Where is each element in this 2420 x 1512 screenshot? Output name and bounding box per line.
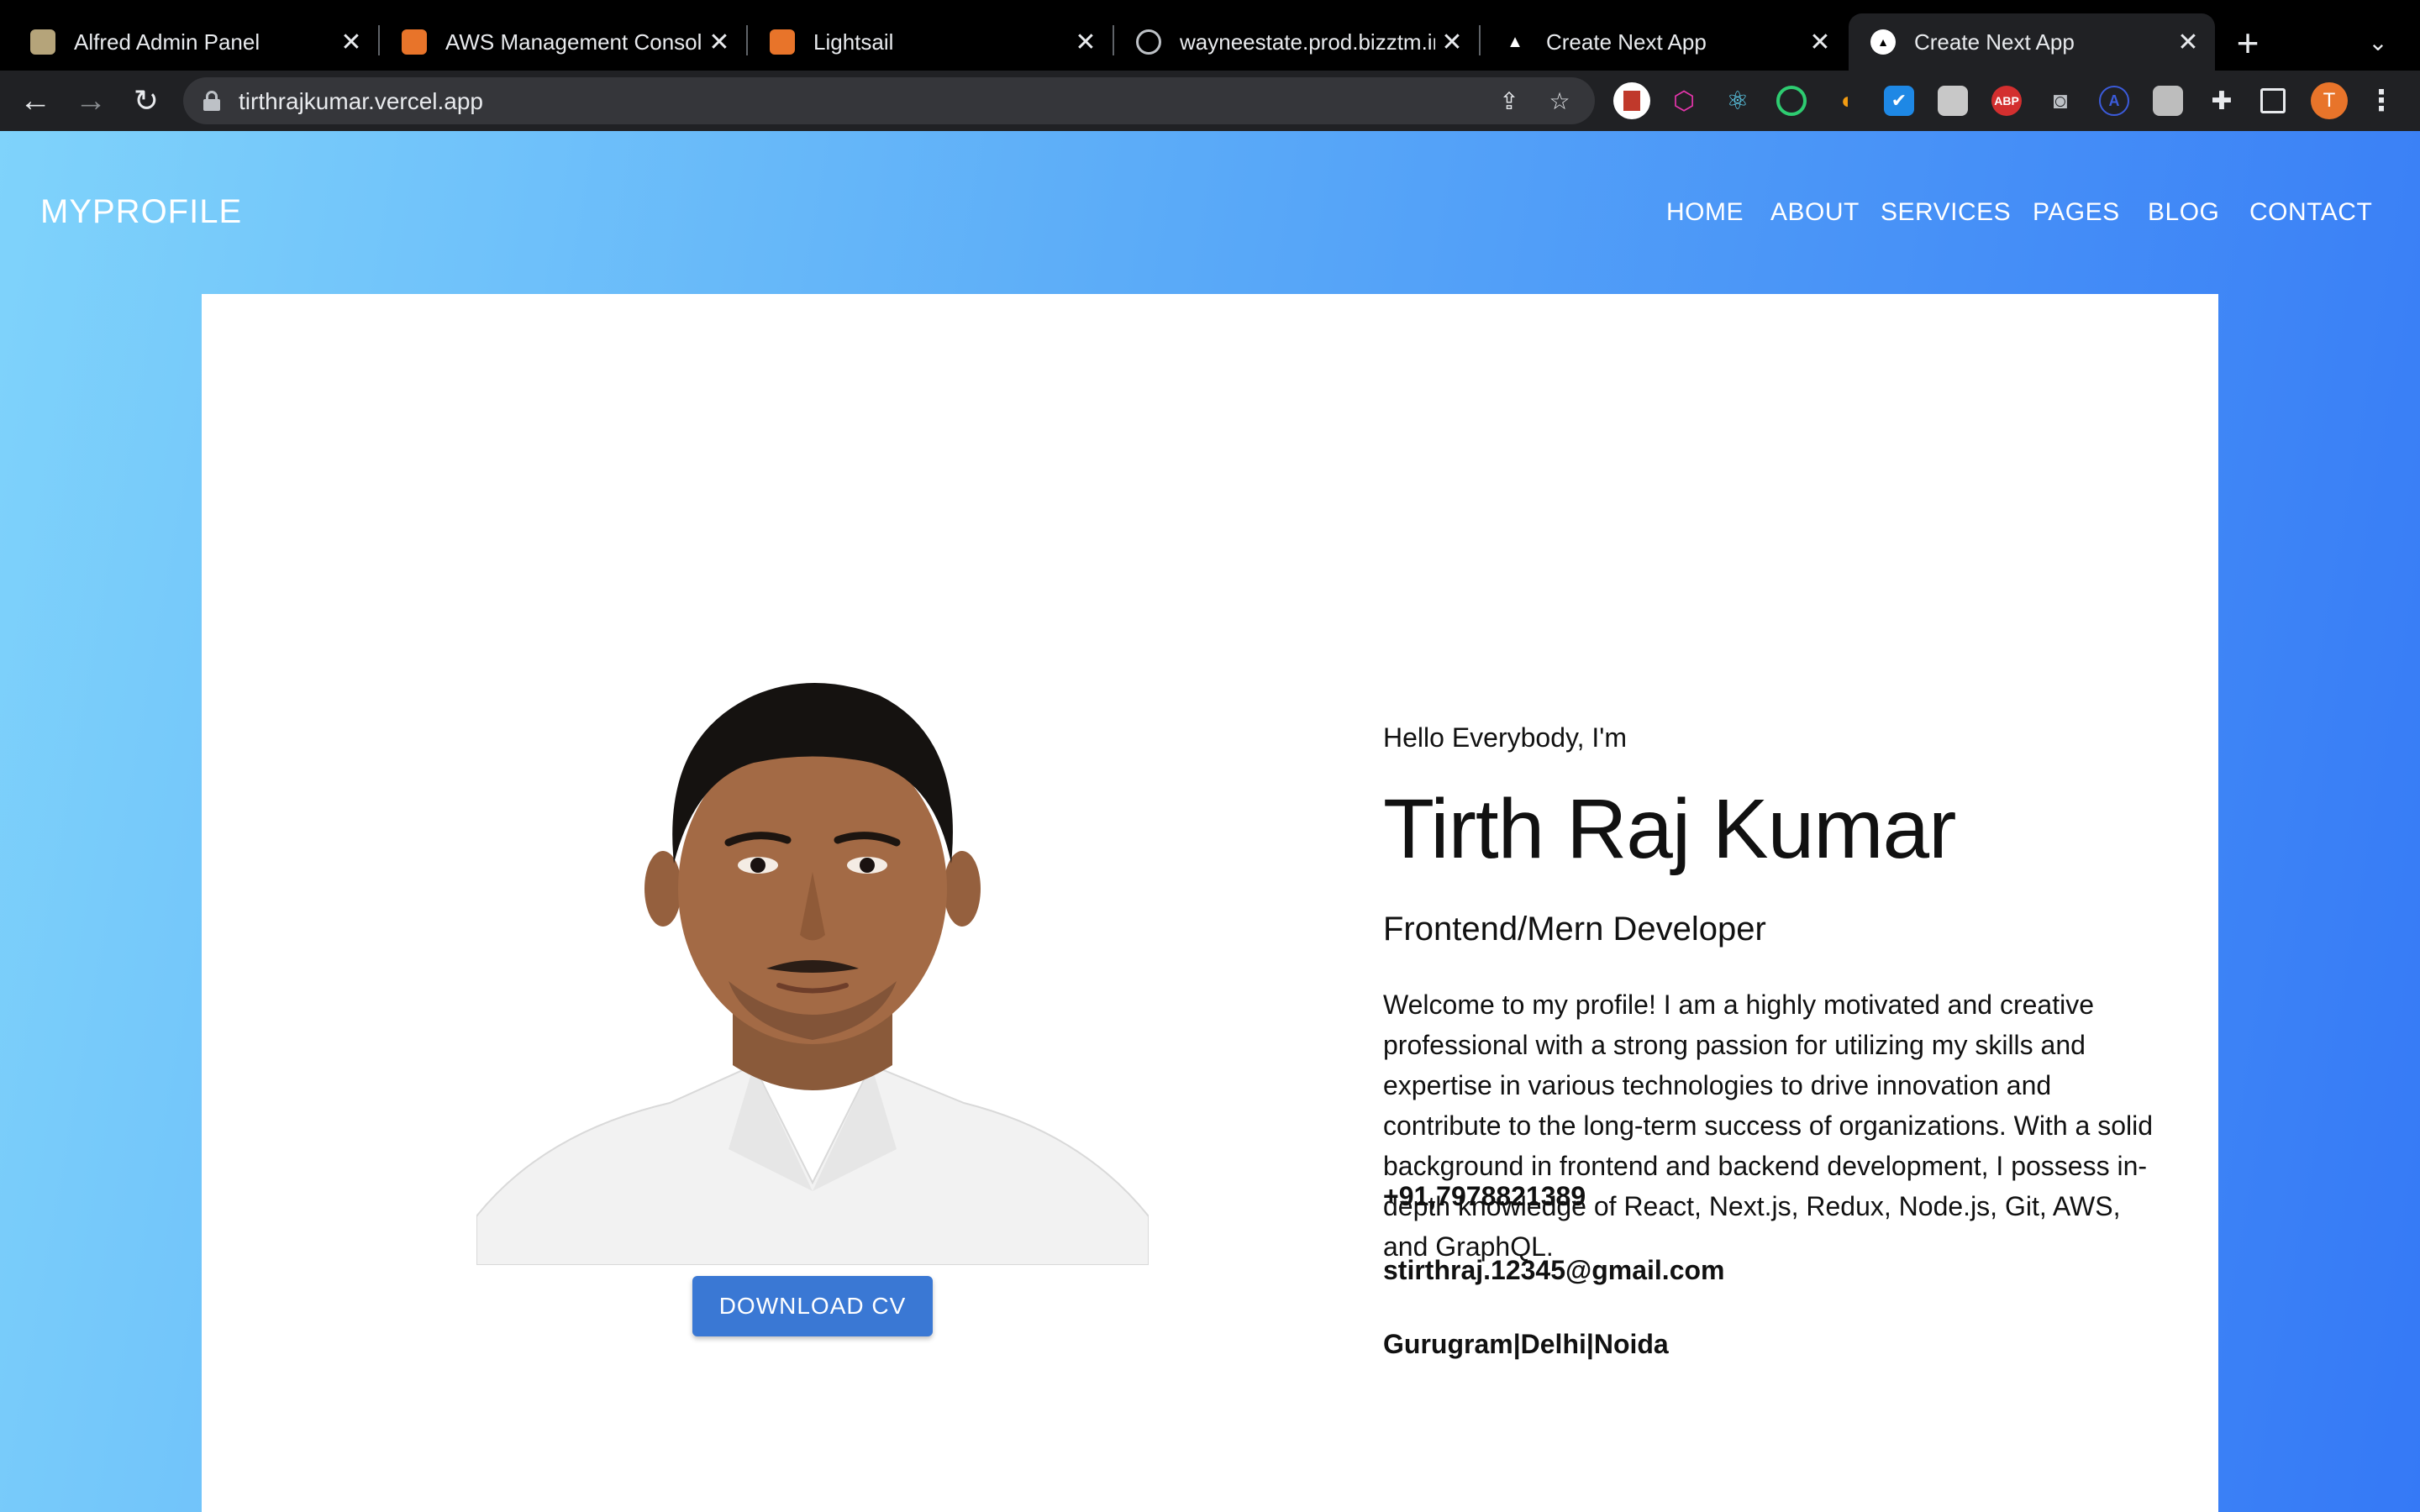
tab-title: Alfred Admin Panel xyxy=(74,29,260,55)
gray-extension-icon[interactable] xyxy=(1938,86,1968,116)
profile-name: Tirth Raj Kumar xyxy=(1383,782,1956,876)
bookmark-star-icon[interactable]: ☆ xyxy=(1544,86,1575,116)
back-button[interactable]: ← xyxy=(13,79,57,123)
moon-extension-icon[interactable]: ◖ xyxy=(1830,86,1860,116)
lock-icon xyxy=(203,91,220,111)
adblock-plus-icon[interactable]: ABP xyxy=(1991,86,2022,116)
touch-extension-icon[interactable] xyxy=(2153,86,2183,116)
tab-search-chevron-icon[interactable]: ⌄ xyxy=(2361,24,2395,60)
globe-icon xyxy=(1136,29,1161,55)
tab-title: Lightsail xyxy=(813,29,894,55)
profile-card: DOWNLOAD CV Hello Everybody, I'm Tirth R… xyxy=(202,294,2218,1512)
record-extension-icon[interactable] xyxy=(1776,86,1807,116)
a-extension-icon[interactable]: A xyxy=(2099,86,2129,116)
tab-create-next-app[interactable]: ▲ Create Next App ✕ xyxy=(1481,13,1847,71)
tab-lightsail[interactable]: Lightsail ✕ xyxy=(748,13,1114,71)
share-icon[interactable]: ⇪ xyxy=(1494,86,1524,116)
reload-button[interactable]: ↻ xyxy=(124,79,168,123)
close-icon[interactable]: ✕ xyxy=(334,25,368,59)
close-icon[interactable]: ✕ xyxy=(1435,25,1469,59)
bookmark-extension-icon[interactable] xyxy=(1613,82,1650,119)
url-text[interactable]: tirthrajkumar.vercel.app xyxy=(239,88,483,115)
close-icon[interactable]: ✕ xyxy=(1069,25,1102,59)
lightsail-favicon xyxy=(770,29,795,55)
contact-email: stirthraj.12345@gmail.com xyxy=(1383,1255,1725,1285)
kebab-menu-icon[interactable]: ⋮ xyxy=(2367,82,2396,119)
portfolio-page: MYPROFILE HOME ABOUT SERVICES PAGES BLOG… xyxy=(0,131,2420,1512)
tab-title: wayneestate.prod.bizztm.in xyxy=(1180,29,1435,55)
close-icon[interactable]: ✕ xyxy=(2171,25,2205,59)
alfred-favicon xyxy=(30,29,55,55)
nav-pages[interactable]: PAGES xyxy=(2033,198,2120,227)
nav-services[interactable]: SERVICES xyxy=(1881,198,2011,227)
camera-extension-icon[interactable]: ◙ xyxy=(2045,86,2075,116)
react-devtools-icon[interactable]: ⚛ xyxy=(1723,86,1753,116)
aws-favicon xyxy=(402,29,427,55)
new-tab-button[interactable]: + xyxy=(2227,21,2269,65)
tab-title: AWS Management Console xyxy=(445,29,702,55)
todo-extension-icon[interactable]: ✔ xyxy=(1884,86,1914,116)
graphql-extension-icon[interactable]: ⬡ xyxy=(1669,86,1699,116)
profile-avatar[interactable]: T xyxy=(2311,82,2348,119)
close-icon[interactable]: ✕ xyxy=(1803,25,1837,59)
tab-alfred[interactable]: Alfred Admin Panel ✕ xyxy=(0,13,380,71)
contact-location: Gurugram|Delhi|Noida xyxy=(1383,1329,1669,1359)
sidebar-panel-icon[interactable] xyxy=(2260,88,2286,113)
tab-title: Create Next App xyxy=(1546,29,1707,55)
close-icon[interactable]: ✕ xyxy=(702,25,736,59)
tab-create-next-app-active[interactable]: ▲ Create Next App ✕ xyxy=(1849,13,2215,71)
browser-toolbar: ← → ↻ tirthrajkumar.vercel.app ⇪ ☆ ⬡ ⚛ ◖… xyxy=(0,71,2420,131)
profile-bio: Welcome to my profile! I am a highly mot… xyxy=(1383,990,2153,1262)
download-cv-button[interactable]: DOWNLOAD CV xyxy=(692,1276,933,1336)
forward-button[interactable]: → xyxy=(69,79,113,123)
tab-title: Create Next App xyxy=(1914,29,2075,55)
nav-home[interactable]: HOME xyxy=(1666,198,1744,227)
tab-wayneestate[interactable]: wayneestate.prod.bizztm.in ✕ xyxy=(1114,13,1481,71)
address-bar[interactable]: tirthrajkumar.vercel.app ⇪ ☆ xyxy=(183,77,1595,124)
profile-photo xyxy=(476,645,1149,1265)
nav-blog[interactable]: BLOG xyxy=(2148,198,2219,227)
extensions-puzzle-icon[interactable]: ✚ xyxy=(2207,86,2237,116)
vercel-triangle-icon: ▲ xyxy=(1507,32,1523,51)
tab-aws[interactable]: AWS Management Console ✕ xyxy=(380,13,748,71)
greeting-text: Hello Everybody, I'm xyxy=(1383,722,1628,753)
tab-strip: Alfred Admin Panel ✕ AWS Management Cons… xyxy=(0,0,2420,71)
vercel-triangle-icon: ▲ xyxy=(1870,29,1896,55)
site-nav: HOME ABOUT SERVICES PAGES BLOG CONTACT xyxy=(0,198,2420,232)
contact-phone: +91,7978821389 xyxy=(1383,1181,1586,1211)
nav-contact[interactable]: CONTACT xyxy=(2249,198,2372,227)
profile-role: Frontend/Mern Developer xyxy=(1383,911,1766,948)
nav-about[interactable]: ABOUT xyxy=(1770,198,1860,227)
